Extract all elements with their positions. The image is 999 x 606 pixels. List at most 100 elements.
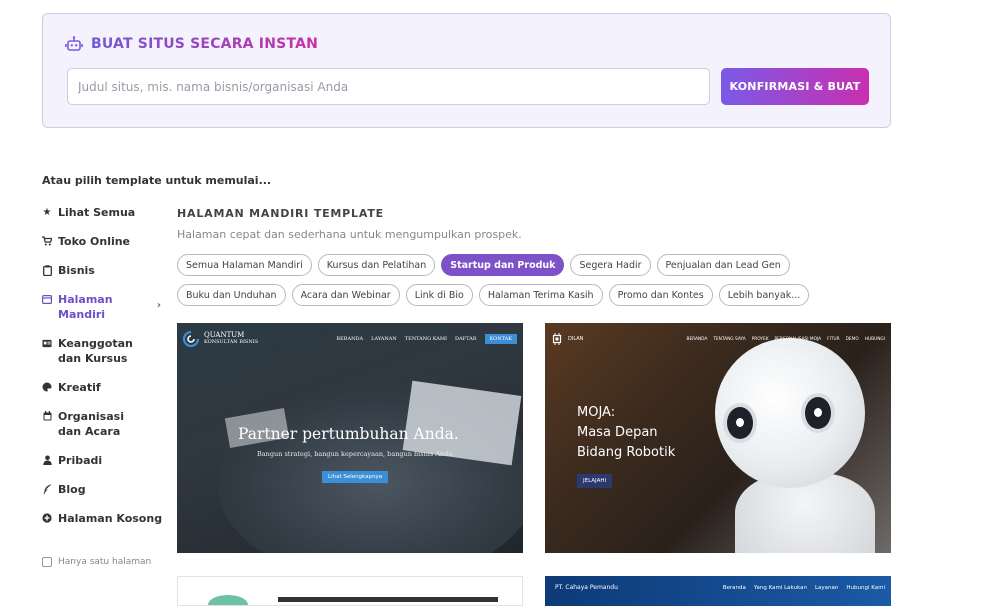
palette-icon	[42, 381, 52, 393]
template-decoration	[208, 595, 248, 605]
chip-promo-contests[interactable]: Promo dan Kontes	[608, 284, 713, 306]
feather-icon	[42, 483, 52, 495]
sidebar-item-label: Lihat Semua	[58, 206, 136, 219]
template-card-quantum[interactable]: QUANTUM KONSULTAN BISNIS BERANDA LAYANAN…	[177, 323, 523, 553]
chip-sales-lead-gen[interactable]: Penjualan dan Lead Gen	[656, 254, 790, 276]
quantum-logo-icon	[183, 331, 199, 347]
hero-line: Bidang Robotik	[577, 445, 676, 460]
single-page-label: Hanya satu halaman	[58, 557, 152, 567]
filter-chips: Semua Halaman Mandiri Kursus dan Pelatih…	[177, 254, 877, 306]
template-hero-subtitle: Bangun strategi, bangun kepercayaan, ban…	[257, 450, 455, 458]
template-logo: DILAN	[551, 333, 583, 345]
logo-text: DILAN	[568, 335, 584, 342]
builder-header: BUAT SITUS SECARA INSTAN	[65, 36, 318, 52]
sidebar-item-label: Kreatif	[58, 381, 101, 394]
calendar-icon	[42, 410, 52, 422]
chip-thank-you-page[interactable]: Halaman Terima Kasih	[478, 284, 603, 306]
template-card-cahaya[interactable]: PT. Cahaya Pemandu Beranda Yang Kami Lak…	[545, 576, 891, 606]
single-page-filter[interactable]: Hanya satu halaman	[42, 557, 151, 567]
hero-line: Masa Depan	[577, 425, 658, 440]
sidebar-item-creative[interactable]: Kreatif	[42, 380, 167, 395]
chip-coming-soon[interactable]: Segera Hadir	[570, 254, 651, 276]
nav-link: BERANDA	[336, 336, 364, 342]
template-nav-links: BERANDA LAYANAN TENTANG KAMI DAFTAR KONT…	[336, 334, 517, 344]
nav-link: FITUR	[827, 336, 840, 342]
robot-eye	[801, 393, 835, 433]
template-nav: PT. Cahaya Pemandu Beranda Yang Kami Lak…	[555, 584, 885, 591]
logo-line-1: QUANTUM	[204, 331, 245, 339]
nav-link: Beranda	[722, 584, 746, 591]
chip-courses-training[interactable]: Kursus dan Pelatihan	[317, 254, 436, 276]
section-title: HALAMAN MANDIRI TEMPLATE	[177, 207, 384, 220]
sidebar-item-blank-page[interactable]: Halaman Kosong	[42, 511, 167, 526]
sidebar-item-label: Halaman Mandiri	[58, 293, 113, 321]
template-nav: DILAN BERANDA TENTANG SAYA PROYEK PERSON…	[551, 331, 885, 347]
robot-icon	[65, 36, 83, 52]
clipboard-icon	[42, 264, 52, 276]
template-nav-links: BERANDA TENTANG SAYA PROYEK PERSONALISAS…	[687, 337, 886, 342]
template-logo: QUANTUM KONSULTAN BISNIS	[183, 331, 258, 347]
template-card-moja[interactable]: DILAN BERANDA TENTANG SAYA PROYEK PERSON…	[545, 323, 891, 553]
nav-cta: KONTAK	[484, 334, 517, 344]
sidebar-item-membership[interactable]: Keanggotan dan Kursus	[42, 336, 167, 366]
template-nav: QUANTUM KONSULTAN BISNIS BERANDA LAYANAN…	[183, 331, 517, 347]
sidebar-item-label: Keanggotan dan Kursus	[58, 337, 133, 365]
builder-title: BUAT SITUS SECARA INSTAN	[91, 36, 319, 52]
nav-link: PROYEK	[751, 336, 769, 342]
nav-link: LAYANAN	[371, 336, 397, 342]
sidebar-item-label: Toko Online	[58, 235, 131, 248]
template-hero-title: Partner pertumbuhan Anda.	[238, 425, 459, 443]
nav-link: TENTANG KAMI	[404, 336, 447, 342]
sidebar-item-label: Organisasi dan Acara	[58, 410, 124, 438]
instant-site-builder: BUAT SITUS SECARA INSTAN KONFIRMASI & BU…	[42, 13, 891, 128]
logo-text: PT. Cahaya Pemandu	[555, 584, 618, 591]
template-nav-links: Beranda Yang Kami Lakukan Layanan Hubung…	[723, 585, 885, 591]
chip-link-in-bio[interactable]: Link di Bio	[405, 284, 473, 306]
cart-icon	[42, 235, 52, 247]
nav-link: DEMO	[845, 336, 859, 342]
nav-link: TENTANG SAYA	[713, 336, 746, 342]
section-subtitle: Halaman cepat dan sederhana untuk mengum…	[177, 228, 522, 241]
nav-link: PERSONALISASI MOJA	[774, 336, 822, 342]
single-page-checkbox[interactable]	[42, 557, 52, 567]
chip-more[interactable]: Lebih banyak...	[718, 284, 810, 306]
nav-link: HUBUNGI	[864, 336, 885, 342]
sidebar-item-view-all[interactable]: ★ Lihat Semua	[42, 205, 167, 220]
robot-head	[715, 338, 865, 488]
chip-books-downloads[interactable]: Buku dan Unduhan	[177, 284, 286, 306]
chevron-right-icon: ›	[156, 300, 161, 311]
user-icon	[42, 454, 52, 466]
nav-link: BERANDA	[686, 336, 708, 342]
chip-events-webinars[interactable]: Acara dan Webinar	[291, 284, 400, 306]
hero-line: MOJA:	[577, 405, 616, 420]
sidebar-item-label: Pribadi	[58, 454, 103, 467]
robot-eye	[723, 403, 757, 443]
chip-startup-product[interactable]: Startup dan Produk	[441, 254, 565, 276]
sidebar-item-business[interactable]: Bisnis	[42, 263, 167, 278]
nav-link: Yang Kami Lakukan	[753, 584, 807, 591]
template-prompt-text: Atau pilih template untuk memulai...	[42, 174, 272, 187]
template-hero-title: MOJA: Masa Depan Bidang Robotik	[577, 403, 675, 463]
category-sidebar: ★ Lihat Semua Toko Online Bisnis Halaman…	[42, 205, 167, 540]
nav-link: DAFTAR	[454, 336, 477, 342]
window-icon	[42, 293, 52, 305]
chip-all-standalone[interactable]: Semua Halaman Mandiri	[177, 254, 312, 276]
star-icon: ★	[42, 206, 52, 218]
sidebar-item-blog[interactable]: Blog	[42, 482, 167, 497]
sidebar-item-standalone-page[interactable]: Halaman Mandiri ›	[42, 292, 167, 322]
confirm-and-build-button[interactable]: KONFIRMASI & BUAT	[721, 68, 869, 105]
sidebar-item-label: Bisnis	[58, 264, 95, 277]
nav-link: Hubungi Kami	[846, 584, 885, 591]
sidebar-item-online-store[interactable]: Toko Online	[42, 234, 167, 249]
sidebar-item-personal[interactable]: Pribadi	[42, 453, 167, 468]
sidebar-item-label: Halaman Kosong	[58, 512, 163, 525]
nav-link: Layanan	[814, 584, 839, 591]
plus-circle-icon	[42, 512, 52, 524]
template-hero-button: JELAJAHI	[577, 474, 613, 488]
id-card-icon	[42, 337, 52, 349]
logo-line-2: KONSULTAN BISNIS	[204, 339, 259, 345]
sidebar-item-label: Blog	[58, 483, 86, 496]
template-card-3[interactable]	[177, 576, 523, 606]
site-title-input[interactable]	[67, 68, 710, 105]
sidebar-item-organization[interactable]: Organisasi dan Acara	[42, 409, 167, 439]
